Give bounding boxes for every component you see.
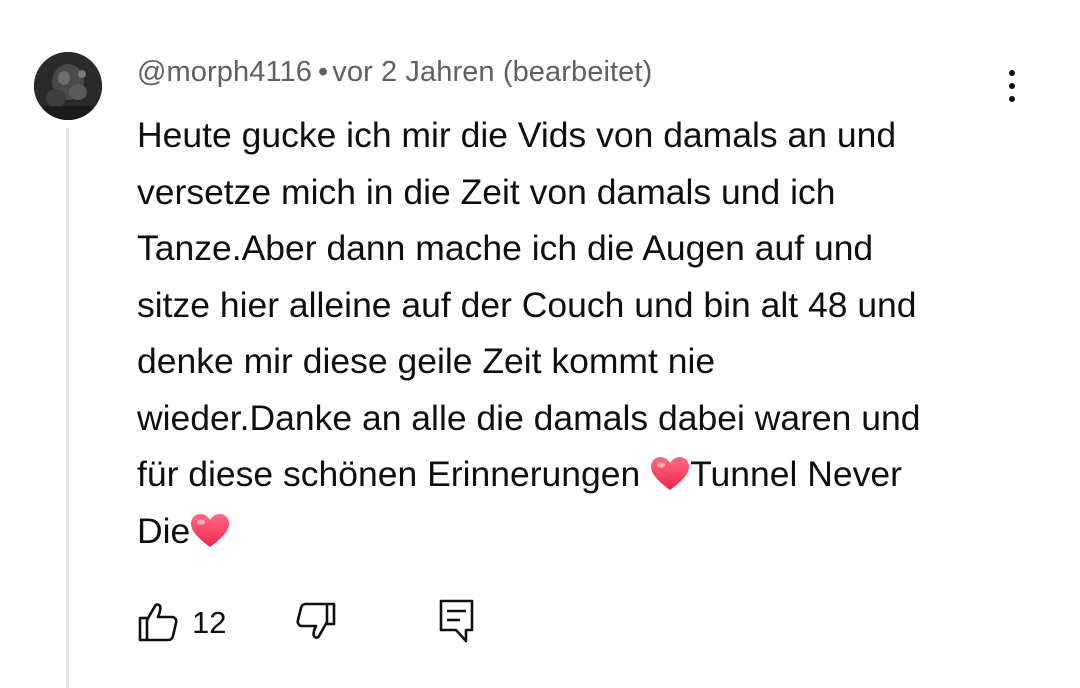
comment-line: Tanze.Aber dann mache ich die Augen auf … [137, 228, 874, 268]
more-options-button[interactable] [996, 66, 1028, 106]
comment-text: Heute gucke ich mir die Vids von damals … [137, 107, 1037, 559]
comment-line-text: Tunnel Never [690, 454, 902, 494]
comment-line: sitze hier alleine auf der Couch und bin… [137, 284, 917, 325]
comment-line: Heute gucke ich mir die Vids von damals … [137, 115, 897, 155]
thumbs-up-icon [138, 603, 178, 642]
thumbs-down-icon [296, 602, 336, 639]
comment-header: @morph4116 • vor 2 Jahren (bearbeitet) [137, 56, 652, 89]
comment-line: für diese schönen Erinnerungen Tunnel Ne… [137, 446, 1037, 503]
like-button[interactable]: 12 [136, 598, 246, 646]
like-count: 12 [192, 605, 227, 640]
avatar-image [34, 52, 102, 120]
comment-line-text: für diese schönen Erinnerungen [137, 454, 651, 494]
header-separator: • [318, 56, 329, 88]
comment-timestamp[interactable]: vor 2 Jahren (bearbeitet) [332, 56, 652, 88]
reply-button[interactable] [436, 598, 480, 646]
comment-line: versetze mich in die Zeit von damals und… [137, 171, 836, 212]
avatar[interactable] [34, 52, 102, 120]
dislike-button[interactable] [292, 598, 340, 646]
comment-reply-icon [439, 599, 474, 643]
thread-line [66, 128, 69, 688]
red-heart-emoji-icon [191, 513, 230, 547]
author-name[interactable]: @morph4116 [137, 56, 312, 88]
comment-line-text: Die [137, 510, 191, 551]
comment-line: Die [137, 503, 1037, 560]
red-heart-emoji-icon [651, 457, 690, 490]
comment-line: wieder.Danke an alle die damals dabei wa… [137, 397, 921, 438]
comment-line: denke mir diese geile Zeit kommt nie [137, 341, 716, 381]
